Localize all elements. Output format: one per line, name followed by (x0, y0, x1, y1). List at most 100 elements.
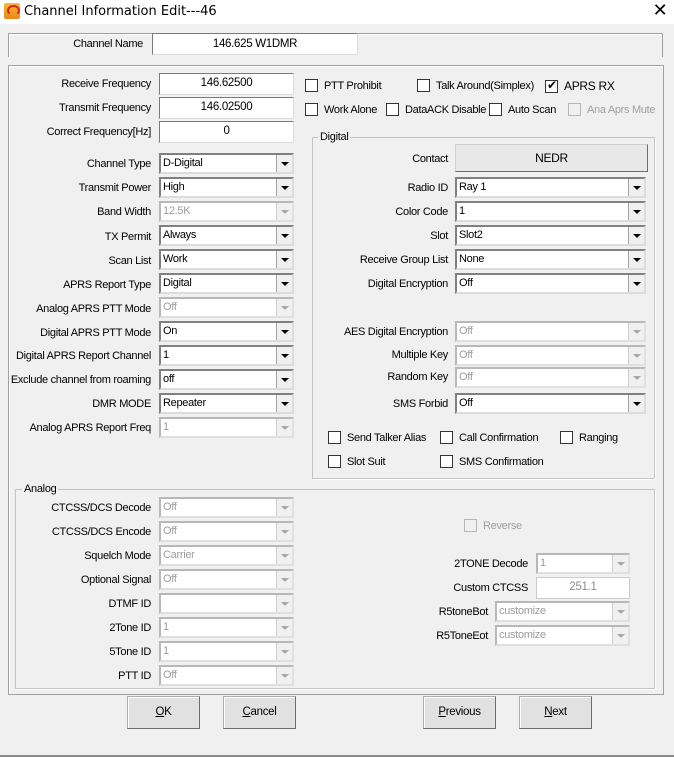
correct-frequency-label: Correct Frequency[Hz] (46, 126, 152, 138)
color-code-label: Color Code (395, 206, 448, 218)
sms-forbid-select[interactable]: Off (455, 393, 646, 414)
chevron-down-icon[interactable] (628, 251, 644, 268)
ctcss-encode-value: Off (163, 525, 177, 537)
analog-group-title: Analog (22, 483, 59, 495)
call-confirmation-label: Call Confirmation (459, 431, 539, 444)
aes-digital-encryption-value: Off (459, 325, 473, 337)
ok-button[interactable]: OK (127, 696, 200, 729)
chevron-down-icon[interactable] (276, 395, 292, 412)
custom-ctcss-input: 251.1 (536, 577, 630, 599)
digital-aprs-ptt-mode-label: Digital APRS PTT Mode (40, 327, 151, 339)
checkmark-icon (545, 78, 558, 93)
transmit-frequency-input[interactable]: 146.02500 (159, 97, 294, 119)
slot-suit-checkbox[interactable]: Slot Suit (328, 455, 386, 468)
checkbox-icon (305, 103, 318, 116)
digital-aprs-report-channel-select[interactable]: 1 (159, 345, 294, 366)
chevron-down-icon[interactable] (276, 275, 292, 292)
channel-type-label: Channel Type (86, 158, 151, 170)
talk-around-checkbox[interactable]: Talk Around(Simplex) (417, 79, 534, 92)
chevron-down-icon[interactable] (276, 251, 292, 268)
chevron-down-icon[interactable] (628, 275, 644, 292)
call-confirmation-checkbox[interactable]: Call Confirmation (440, 431, 539, 444)
multiple-key-value: Off (459, 349, 473, 361)
transmit-power-label: Transmit Power (78, 182, 152, 194)
previous-mnemonic: P (438, 706, 446, 718)
work-alone-checkbox[interactable]: Work Alone (305, 103, 377, 116)
two-tone-id-value: 1 (163, 621, 169, 633)
chevron-down-icon[interactable] (276, 179, 292, 196)
chevron-down-icon[interactable] (276, 371, 292, 388)
ctcss-encode-label: CTCSS/DCS Encode (51, 526, 151, 538)
auto-scan-label: Auto Scan (508, 103, 557, 116)
next-button[interactable]: Next (519, 696, 592, 729)
digital-aprs-ptt-mode-value: On (163, 325, 178, 337)
correct-frequency-input[interactable]: 0 (159, 121, 294, 143)
work-alone-label: Work Alone (324, 103, 378, 116)
receive-frequency-input[interactable]: 146.62500 (159, 73, 294, 95)
sms-confirmation-checkbox[interactable]: SMS Confirmation (440, 455, 544, 468)
contact-button[interactable]: NEDR (455, 144, 648, 172)
dmr-mode-select[interactable]: Repeater (159, 393, 294, 414)
ranging-checkbox[interactable]: Ranging (560, 431, 618, 444)
data-ack-disable-checkbox[interactable]: DataACK Disable (386, 103, 486, 116)
radio-id-select[interactable]: Ray 1 (455, 177, 646, 198)
color-code-select[interactable]: 1 (455, 201, 646, 222)
chevron-down-icon (276, 203, 292, 220)
analog-aprs-ptt-mode-select: Off (159, 297, 294, 318)
auto-scan-checkbox[interactable]: Auto Scan (489, 103, 556, 116)
tx-permit-select[interactable]: Always (159, 225, 294, 246)
chevron-down-icon[interactable] (276, 323, 292, 340)
chevron-down-icon[interactable] (628, 203, 644, 220)
r5tone-eot-value: customize (499, 629, 546, 641)
band-width-label: Band Width (97, 206, 151, 218)
chevron-down-icon[interactable] (276, 155, 292, 172)
cancel-button[interactable]: Cancel (223, 696, 296, 729)
ranging-label: Ranging (579, 431, 618, 444)
scan-list-value: Work (163, 253, 188, 265)
radio-id-label: Radio ID (407, 182, 449, 194)
custom-ctcss-label: Custom CTCSS (453, 582, 528, 594)
chevron-down-icon[interactable] (628, 395, 644, 412)
ptt-prohibit-checkbox[interactable]: PTT Prohibit (305, 79, 382, 92)
aprs-rx-checkbox[interactable]: APRS RX (545, 78, 615, 93)
chevron-down-icon (612, 627, 628, 644)
receive-group-list-label: Receive Group List (359, 254, 448, 266)
random-key-value: Off (459, 371, 473, 383)
scan-list-select[interactable]: Work (159, 249, 294, 270)
two-tone-id-label: 2Tone ID (109, 622, 151, 634)
channel-type-select[interactable]: D-Digital (159, 153, 294, 174)
channel-name-input[interactable]: 146.625 W1DMR (152, 33, 358, 55)
checkbox-icon (440, 431, 453, 444)
slot-select[interactable]: Slot2 (455, 225, 646, 246)
ptt-prohibit-label: PTT Prohibit (324, 79, 382, 92)
optional-signal-select: Off (159, 569, 294, 590)
exclude-roaming-select[interactable]: off (159, 369, 294, 390)
checkbox-icon (328, 455, 341, 468)
chevron-down-icon[interactable] (276, 347, 292, 364)
previous-button[interactable]: Previous (423, 696, 496, 729)
ctcss-decode-value: Off (163, 501, 177, 513)
random-key-select: Off (455, 367, 646, 388)
digital-aprs-ptt-mode-select[interactable]: On (159, 321, 294, 342)
chevron-down-icon (276, 499, 292, 516)
slot-suit-label: Slot Suit (347, 455, 386, 468)
close-button[interactable]: ✕ (648, 2, 672, 22)
chevron-down-icon[interactable] (628, 179, 644, 196)
send-talker-alias-checkbox[interactable]: Send Talker Alias (328, 431, 426, 444)
chevron-down-icon[interactable] (276, 227, 292, 244)
multiple-key-label: Multiple Key (391, 349, 449, 361)
receive-group-list-select[interactable]: None (455, 249, 646, 270)
color-code-value: 1 (459, 205, 465, 217)
checkbox-icon (386, 103, 399, 116)
dmr-mode-value: Repeater (163, 397, 206, 409)
digital-encryption-value: Off (459, 277, 473, 289)
digital-encryption-select[interactable]: Off (455, 273, 646, 294)
chevron-down-icon[interactable] (628, 227, 644, 244)
aprs-report-type-label: APRS Report Type (63, 279, 151, 291)
five-tone-id-value: 1 (163, 645, 169, 657)
optional-signal-label: Optional Signal (80, 574, 151, 586)
digital-encryption-label: Digital Encryption (367, 278, 449, 290)
transmit-power-select[interactable]: High (159, 177, 294, 198)
ana-aprs-mute-label: Ana Aprs Mute (587, 103, 656, 116)
aprs-report-type-select[interactable]: Digital (159, 273, 294, 294)
